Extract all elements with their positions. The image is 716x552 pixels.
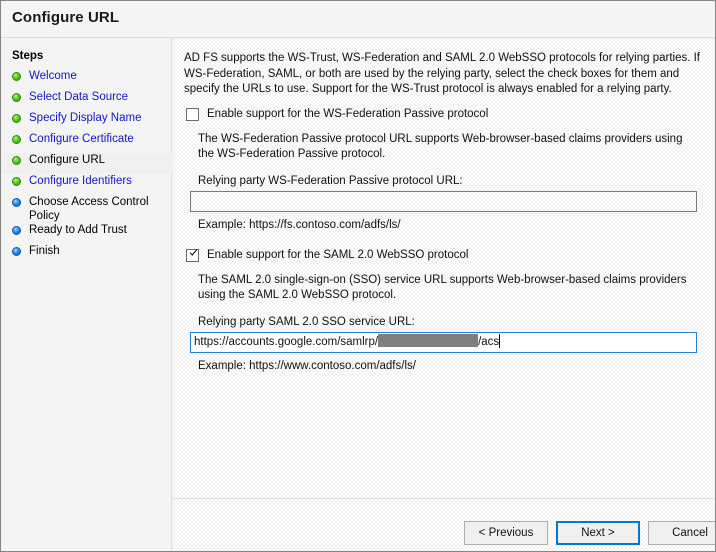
step-bullet-complete-icon [12, 135, 21, 144]
wsfed-field-label: Relying party WS-Federation Passive prot… [198, 175, 463, 187]
window-header: Configure URL [1, 1, 715, 38]
saml-checkbox[interactable] [186, 249, 199, 262]
saml-checkbox-label: Enable support for the SAML 2.0 WebSSO p… [207, 249, 469, 261]
saml-url-suffix: /acs [478, 336, 500, 348]
wsfed-example-text: Example: https://fs.contoso.com/adfs/ls/ [198, 219, 401, 231]
sidebar-step-label: Configure Identifiers [29, 175, 132, 187]
previous-button[interactable]: < Previous [464, 521, 548, 545]
wsfed-url-input[interactable] [190, 191, 697, 212]
sidebar-step-label: Finish [29, 245, 60, 257]
sidebar-step-ready-to-add-trust: Ready to Add Trust [1, 223, 172, 244]
sidebar-step-label: Configure Certificate [29, 133, 134, 145]
sidebar-step-label: Choose Access Control Policy [29, 196, 149, 222]
step-bullet-complete-icon [12, 156, 21, 165]
saml-url-prefix: https://accounts.google.com/samlrp/ [194, 336, 379, 348]
steps-sidebar: Steps Welcome Select Data Source Specify… [1, 39, 172, 551]
wsfed-help-text: The WS-Federation Passive protocol URL s… [198, 133, 683, 160]
step-bullet-complete-icon [12, 93, 21, 102]
sidebar-step-label: Ready to Add Trust [29, 224, 127, 236]
redacted-block [378, 334, 479, 347]
text-caret [499, 334, 501, 348]
saml-checkbox-row[interactable]: Enable support for the SAML 2.0 WebSSO p… [184, 248, 704, 264]
step-bullet-complete-icon [12, 177, 21, 186]
sidebar-step-finish: Finish [1, 244, 172, 265]
step-bullet-pending-icon [12, 198, 21, 207]
sidebar-step-label: Specify Display Name [29, 112, 142, 124]
wizard-footer: < Previous Next > Cancel [173, 499, 715, 551]
intro-text: AD FS supports the WS-Trust, WS-Federati… [184, 52, 700, 95]
sidebar-step-configure-identifiers[interactable]: Configure Identifiers [1, 174, 172, 195]
steps-list: Welcome Select Data Source Specify Displ… [1, 69, 172, 265]
step-bullet-complete-icon [12, 114, 21, 123]
saml-help-text: The SAML 2.0 single-sign-on (SSO) servic… [198, 274, 687, 301]
saml-example-text: Example: https://www.contoso.com/adfs/ls… [198, 360, 416, 372]
next-button[interactable]: Next > [556, 521, 640, 545]
checkmark-icon [189, 249, 198, 256]
sidebar-step-select-data-source[interactable]: Select Data Source [1, 90, 172, 111]
saml-url-input[interactable]: https://accounts.google.com/samlrp/ /acs [190, 332, 697, 353]
sidebar-step-configure-certificate[interactable]: Configure Certificate [1, 132, 172, 153]
sidebar-step-welcome[interactable]: Welcome [1, 69, 172, 90]
page-title: Configure URL [12, 9, 120, 26]
step-bullet-complete-icon [12, 72, 21, 81]
step-bullet-pending-icon [12, 226, 21, 235]
sidebar-step-configure-url[interactable]: Configure URL [1, 153, 172, 174]
saml-field-label: Relying party SAML 2.0 SSO service URL: [198, 316, 415, 328]
wizard-content: AD FS supports the WS-Trust, WS-Federati… [173, 39, 715, 551]
sidebar-step-choose-access-control-policy: Choose Access Control Policy [1, 195, 172, 223]
wsfed-section: Enable support for the WS-Federation Pas… [184, 107, 704, 231]
steps-heading: Steps [12, 50, 44, 62]
wizard-window: Configure URL Steps Welcome Select Data … [0, 0, 716, 552]
sidebar-step-label: Configure URL [29, 154, 106, 166]
wsfed-checkbox[interactable] [186, 108, 199, 121]
sidebar-step-label: Welcome [29, 70, 77, 82]
saml-section: Enable support for the SAML 2.0 WebSSO p… [184, 248, 704, 372]
sidebar-step-specify-display-name[interactable]: Specify Display Name [1, 111, 172, 132]
sidebar-step-label: Select Data Source [29, 91, 129, 103]
step-bullet-pending-icon [12, 247, 21, 256]
cancel-button[interactable]: Cancel [648, 521, 715, 545]
wsfed-checkbox-label: Enable support for the WS-Federation Pas… [207, 108, 489, 120]
wsfed-checkbox-row[interactable]: Enable support for the WS-Federation Pas… [184, 107, 704, 123]
